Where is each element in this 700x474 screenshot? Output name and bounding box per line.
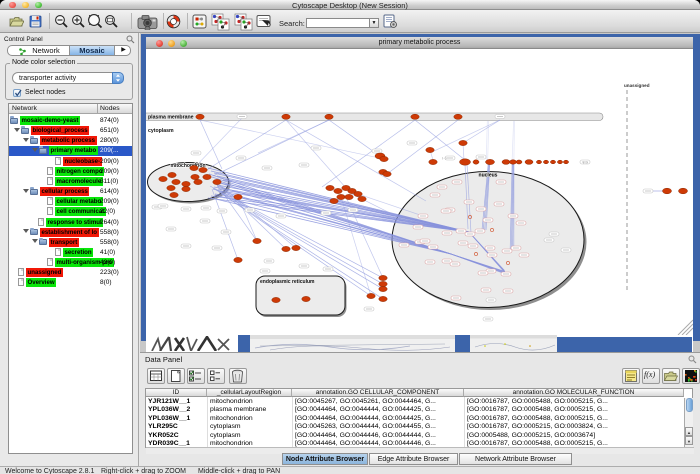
svg-text:cytoplasm: cytoplasm [148,128,174,134]
svg-text:(...): (...) [442,156,447,160]
svg-text:endoplasmic reticulum: endoplasmic reticulum [260,279,315,285]
svg-text:(...): (...) [583,161,588,165]
svg-text:unassigned: unassigned [624,83,650,88]
svg-text:nucleus: nucleus [479,173,498,179]
svg-text:plasma membrane: plasma membrane [148,115,194,121]
